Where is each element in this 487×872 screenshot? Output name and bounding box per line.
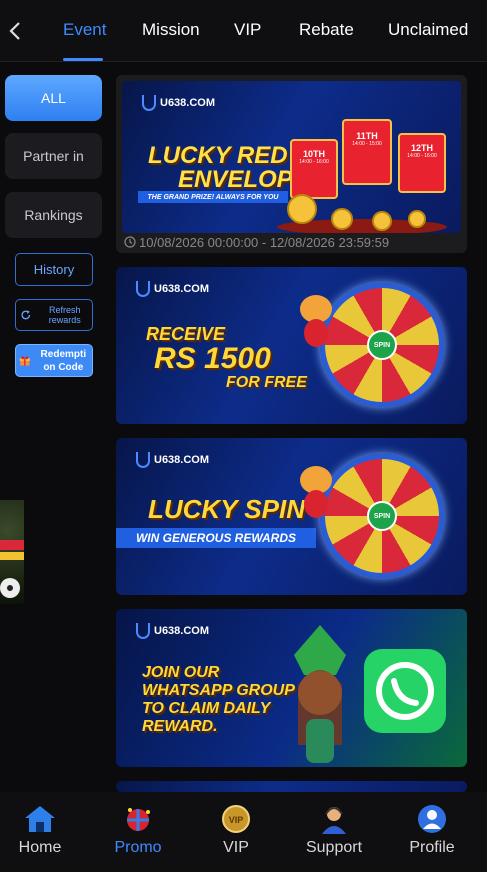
promo-icon (127, 808, 150, 831)
brand-logo: U638.COM (136, 623, 209, 639)
home-icon (25, 806, 55, 832)
support-agent-icon (322, 807, 346, 834)
banner-line3: TO CLAIM DAILY (142, 700, 271, 717)
refresh-rewards-label: Refresh rewards (48, 305, 81, 325)
mascot-cat (300, 295, 332, 347)
brand-logo: U638.COM (142, 95, 215, 111)
nav-vip[interactable]: VIP VIP (196, 804, 276, 857)
tab-vip[interactable]: VIP (234, 20, 261, 40)
banner-ribbon: THE GRAND PRIZE! ALWAYS FOR YOU (138, 191, 288, 203)
spin-wheel-image: SPIN (320, 454, 444, 578)
category-partner[interactable]: Partner in (5, 133, 102, 179)
nav-home[interactable]: Home (0, 804, 80, 857)
spin-hub: SPIN (367, 330, 397, 360)
promo-card-next-partial[interactable] (116, 781, 467, 792)
bottom-navigation: Home Promo VIP VIP Support Profile (0, 792, 487, 872)
active-tab-indicator (63, 58, 103, 61)
banner-title: LUCKY SPIN (148, 494, 305, 524)
banner-title-line1: LUCKY RED (148, 142, 288, 169)
banner-line-for-free: FOR FREE (226, 374, 307, 391)
top-tab-bar: Event Mission VIP Rebate Unclaimed (0, 0, 487, 62)
banner-line1: JOIN OUR (142, 664, 220, 681)
sports-live-floating-banner[interactable] (0, 500, 24, 604)
red-envelope-12th: 12TH 14:00 - 16:00 (398, 133, 446, 193)
promo-card-whatsapp-group[interactable]: U638.COM JOIN OUR WHATSAPP GROUP TO CLAI… (116, 609, 467, 767)
profile-icon (418, 805, 446, 833)
redemption-code-button[interactable]: Redempti on Code (15, 344, 93, 377)
redemption-code-label: Redempti on Code (40, 348, 87, 373)
back-arrow-icon[interactable] (6, 19, 26, 43)
refresh-icon (21, 310, 31, 320)
gift-icon (19, 355, 31, 366)
svg-text:VIP: VIP (229, 815, 244, 825)
tab-mission[interactable]: Mission (142, 20, 200, 40)
nav-promo[interactable]: Promo (98, 804, 178, 857)
brand-logo: U638.COM (136, 452, 209, 468)
vip-medal-icon: VIP (222, 805, 250, 833)
mascot-cat (300, 466, 332, 518)
category-all[interactable]: ALL (5, 75, 102, 121)
tab-unclaimed[interactable]: Unclaimed (388, 20, 468, 40)
category-rankings[interactable]: Rankings (5, 192, 102, 238)
event-period: 10/08/2026 00:00:00 - 12/08/2026 23:59:5… (139, 235, 390, 250)
red-envelope-11th: 11TH 14:00 - 15:00 (342, 119, 392, 185)
refresh-rewards-button[interactable]: Refresh rewards (15, 299, 93, 331)
nav-support[interactable]: Support (294, 804, 374, 857)
tab-rebate[interactable]: Rebate (299, 20, 354, 40)
spin-hub: SPIN (367, 501, 397, 531)
whatsapp-icon (364, 649, 446, 733)
promo-card-receive-rs1500[interactable]: U638.COM RECEIVE RS 1500 FOR FREE SPIN (116, 267, 467, 424)
category-sidebar: ALL Partner in Rankings History Refresh … (0, 62, 112, 792)
spin-wheel-image: SPIN (320, 283, 444, 407)
banner-line4: REWARD. (142, 718, 218, 735)
promo-card-lucky-spin[interactable]: U638.COM LUCKY SPIN WIN GENEROUS REWARDS… (116, 438, 467, 595)
banner-line2: WHATSAPP GROUP (142, 682, 295, 699)
character-illustration (294, 625, 346, 763)
gold-coins-pile (277, 194, 447, 233)
red-envelope-banner-image: U638.COM LUCKY RED ENVELOPE THE GRAND PR… (122, 81, 461, 233)
banner-amount: RS 1500 (154, 342, 271, 375)
brand-logo: U638.COM (136, 281, 209, 297)
history-button[interactable]: History (15, 253, 93, 286)
promo-card-red-envelope[interactable]: U638.COM LUCKY RED ENVELOPE THE GRAND PR… (116, 75, 467, 253)
nav-profile[interactable]: Profile (392, 804, 472, 857)
sports-live-image (0, 540, 24, 598)
tab-event[interactable]: Event (63, 20, 106, 40)
clock-icon (124, 236, 136, 248)
banner-subtitle-ribbon: WIN GENEROUS REWARDS (116, 528, 316, 548)
